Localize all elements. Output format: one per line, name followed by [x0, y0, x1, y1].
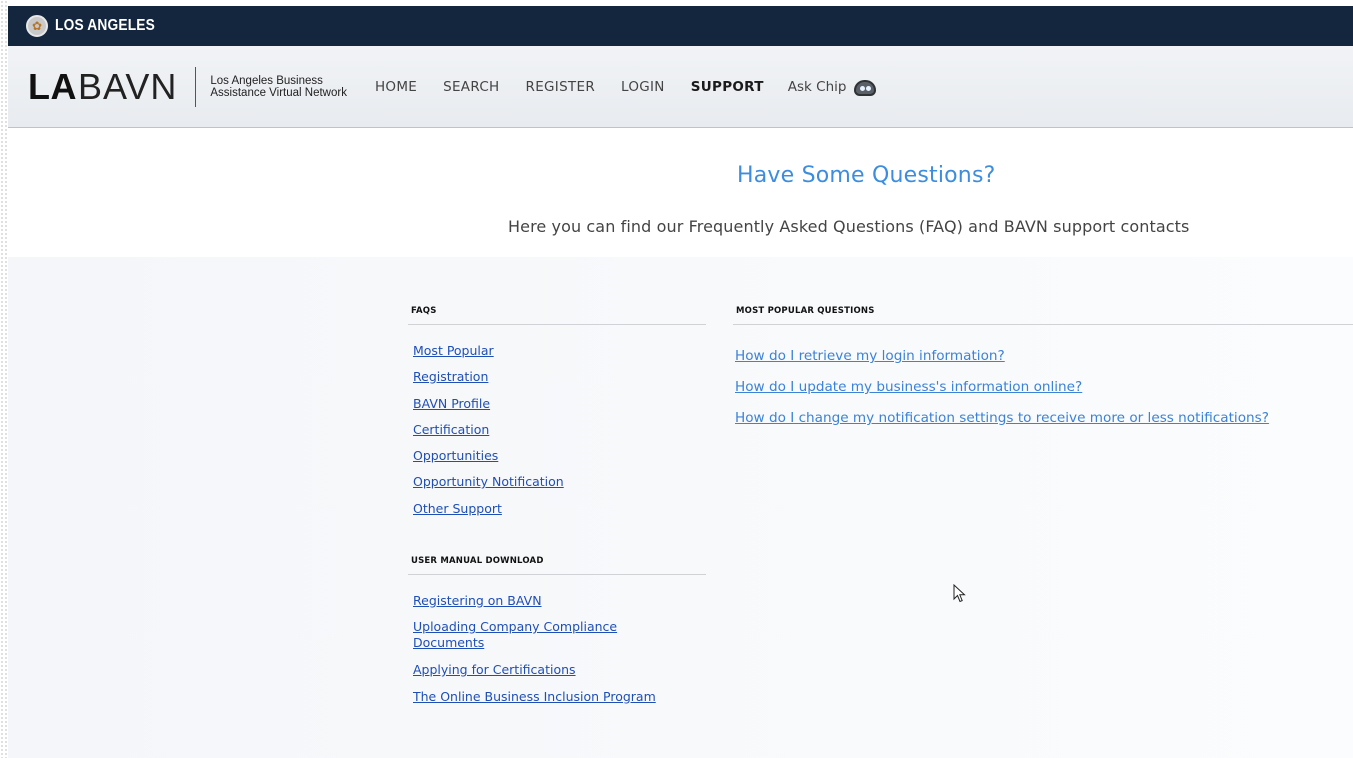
nav-register[interactable]: REGISTER	[526, 79, 595, 95]
popular-heading: MOST POPULAR QUESTIONS	[736, 306, 875, 316]
faq-content-area	[8, 257, 1353, 758]
faq-link-registration[interactable]: Registration	[413, 369, 488, 385]
ask-chip-button[interactable]: Ask Chip	[788, 76, 879, 98]
faq-link-most-popular[interactable]: Most Popular	[413, 343, 494, 359]
mouse-cursor-icon	[953, 584, 966, 603]
faqs-heading: FAQS	[411, 306, 437, 316]
faq-link-bavn-profile[interactable]: BAVN Profile	[413, 396, 490, 412]
manual-link-certifications[interactable]: Applying for Certifications	[413, 662, 576, 678]
logo-subtitle: Los Angeles Business Assistance Virtual …	[210, 75, 347, 99]
manual-link-inclusion-program[interactable]: The Online Business Inclusion Program	[413, 689, 656, 705]
city-seal-icon	[26, 15, 48, 37]
city-banner: LOS ANGELES	[8, 6, 1353, 46]
ask-chip-label: Ask Chip	[787, 78, 847, 95]
logo-subtitle-line2: Assistance Virtual Network	[210, 86, 347, 99]
faq-link-opportunities[interactable]: Opportunities	[413, 448, 498, 464]
question-link-login[interactable]: How do I retrieve my login information?	[735, 348, 1005, 364]
labavn-logo[interactable]: LA BAVN Los Angeles Business Assistance …	[28, 65, 347, 107]
page-title: Have Some Questions?	[737, 163, 996, 188]
nav-support[interactable]: SUPPORT	[691, 79, 764, 95]
logo-la: LA	[28, 65, 77, 107]
faq-link-other-support[interactable]: Other Support	[413, 501, 502, 517]
question-link-update-info[interactable]: How do I update my business's informatio…	[735, 379, 1082, 395]
nav-search[interactable]: SEARCH	[443, 79, 499, 95]
nav-menu: HOME SEARCH REGISTER LOGIN SUPPORT Ask C…	[375, 76, 879, 98]
page-subtitle: Here you can find our Frequently Asked Q…	[508, 217, 1190, 236]
logo-divider	[195, 66, 197, 107]
city-name[interactable]: LOS ANGELES	[55, 17, 155, 35]
popular-divider	[733, 324, 1353, 325]
faq-link-opportunity-notification[interactable]: Opportunity Notification	[413, 474, 564, 490]
main-navbar: LA BAVN Los Angeles Business Assistance …	[8, 46, 1353, 128]
manual-link-registering[interactable]: Registering on BAVN	[413, 593, 542, 609]
nav-login[interactable]: LOGIN	[621, 79, 665, 95]
manual-link-compliance[interactable]: Uploading Company Compliance Documents	[413, 619, 653, 651]
faq-link-certification[interactable]: Certification	[413, 422, 489, 438]
manual-divider	[408, 574, 706, 575]
question-link-notifications[interactable]: How do I change my notification settings…	[735, 410, 1269, 426]
nav-home[interactable]: HOME	[375, 79, 417, 95]
page-edge	[0, 0, 8, 758]
manual-heading: USER MANUAL DOWNLOAD	[411, 556, 544, 566]
faqs-divider	[408, 324, 706, 325]
logo-bavn: BAVN	[78, 65, 178, 107]
chip-robot-icon	[852, 76, 878, 98]
logo-subtitle-line1: Los Angeles Business	[210, 74, 323, 87]
